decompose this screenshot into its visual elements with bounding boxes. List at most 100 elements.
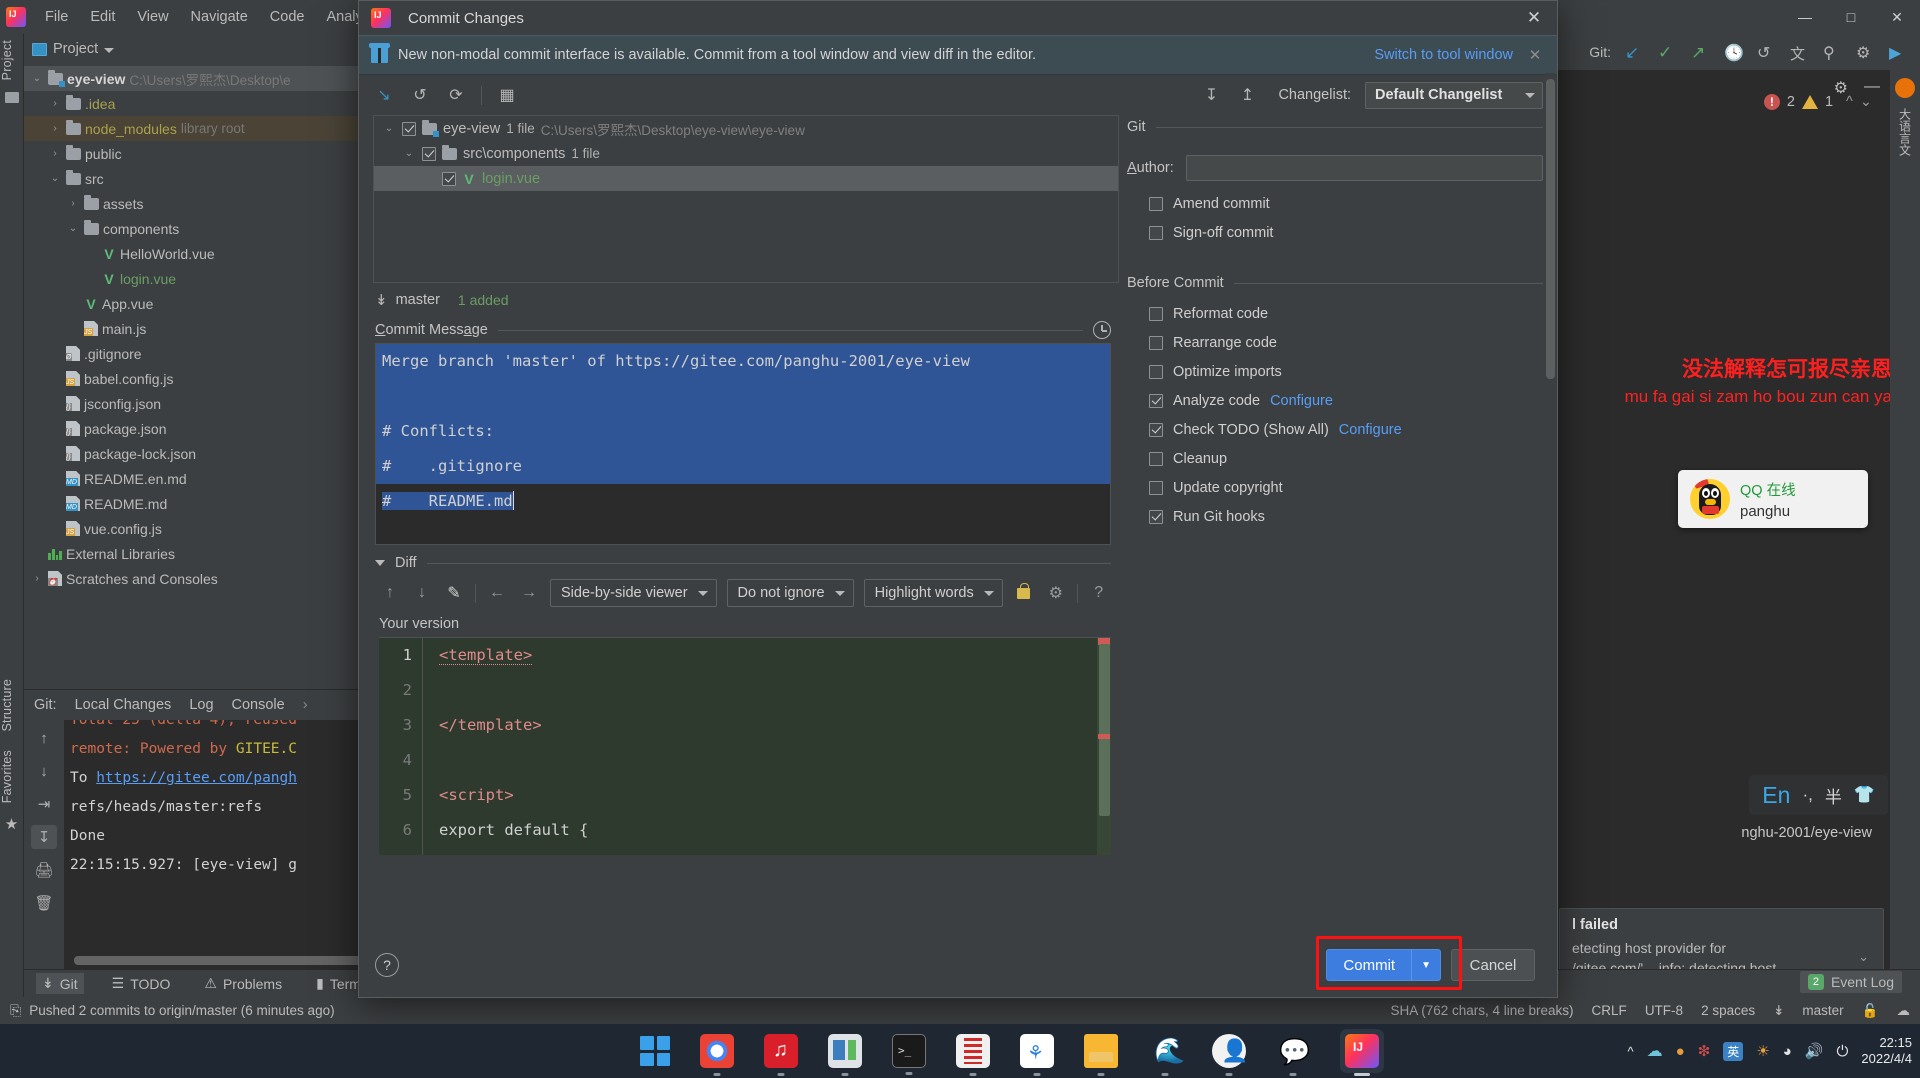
previous-difference-icon[interactable]: ↑ bbox=[379, 582, 401, 604]
tree-row[interactable]: {} jsconfig.json bbox=[24, 391, 371, 416]
scroll-to-end-icon[interactable]: ↧ bbox=[31, 825, 57, 849]
before-commit-option[interactable]: Analyze code Configure bbox=[1127, 386, 1543, 415]
author-input[interactable] bbox=[1185, 155, 1543, 181]
tree-row[interactable]: V App.vue bbox=[24, 291, 371, 316]
taskbar-intellij-active[interactable]: IJ bbox=[1340, 1029, 1384, 1076]
before-commit-option[interactable]: Update copyright bbox=[1127, 473, 1543, 502]
accept-right-icon[interactable]: → bbox=[518, 582, 540, 604]
maximize-button[interactable]: □ bbox=[1828, 0, 1874, 34]
before-commit-option[interactable]: Run Git hooks bbox=[1127, 502, 1543, 531]
clear-all-icon[interactable]: 🗑 bbox=[31, 891, 57, 915]
tray-sogou-icon[interactable]: ☀ bbox=[1756, 1042, 1769, 1060]
before-commit-option[interactable]: Rearrange code bbox=[1127, 328, 1543, 357]
console-horizontal-scrollbar[interactable] bbox=[74, 956, 368, 965]
chevron-down-icon[interactable]: ⌄ bbox=[402, 148, 416, 159]
bottom-tab-git[interactable]: ↡ Git bbox=[36, 973, 84, 994]
changelist-combobox[interactable]: Default Changelist bbox=[1365, 81, 1543, 109]
bottom-tab-todo[interactable]: ☰ TODO bbox=[106, 973, 177, 994]
history-icon[interactable]: 🕓 bbox=[1724, 43, 1744, 62]
chevron-right-icon[interactable]: › bbox=[66, 198, 80, 209]
chevron-down-icon[interactable]: ⌄ bbox=[382, 123, 396, 134]
tray-app-icon[interactable]: ● bbox=[1676, 1043, 1685, 1060]
expand-all-icon[interactable]: ↧ bbox=[1200, 84, 1222, 106]
next-occurrence-icon[interactable]: ↓ bbox=[31, 759, 57, 783]
taskbar-wechat-icon[interactable]: 💬 bbox=[1276, 1034, 1310, 1076]
chevron-down-icon[interactable]: ⌄ bbox=[30, 73, 44, 84]
translate-icon[interactable]: 文 bbox=[1790, 43, 1809, 63]
tree-row[interactable]: MD README.en.md bbox=[24, 466, 371, 491]
collapse-all-icon[interactable]: ↥ bbox=[1236, 84, 1258, 106]
close-button[interactable]: ✕ bbox=[1874, 0, 1920, 34]
lock-icon[interactable] bbox=[1017, 582, 1031, 599]
star-icon[interactable]: ★ bbox=[0, 815, 23, 833]
strip-folder-icon[interactable] bbox=[4, 92, 19, 104]
change-row[interactable]: ⌄ src\components 1 file bbox=[374, 141, 1118, 166]
edit-source-icon[interactable]: ✎ bbox=[443, 582, 465, 604]
taskbar-explorer-window-icon[interactable] bbox=[828, 1034, 862, 1076]
ignore-mode-dropdown[interactable]: Do not ignore bbox=[726, 579, 854, 607]
tray-expand-icon[interactable]: ^ bbox=[1628, 1044, 1634, 1059]
soft-wrap-icon[interactable]: ⇥ bbox=[31, 792, 57, 816]
chevron-down-icon[interactable]: ⌄ bbox=[66, 223, 80, 234]
tree-row[interactable]: › node_modules library root bbox=[24, 116, 371, 141]
prev-occurrence-icon[interactable]: ↑ bbox=[31, 726, 57, 750]
menu-navigate[interactable]: Navigate bbox=[180, 6, 259, 28]
git-option[interactable]: Sign-off commit bbox=[1127, 218, 1543, 247]
rollback-icon[interactable]: ↺ bbox=[1757, 43, 1776, 62]
chevron-right-icon[interactable]: › bbox=[48, 148, 62, 159]
diff-viewer[interactable]: 1 2 3 4 5 6 7 <template> </template> <script> e… bbox=[379, 637, 1111, 855]
qq-status-widget[interactable]: QQ 在线 panghu bbox=[1678, 470, 1868, 528]
change-checkbox[interactable] bbox=[442, 171, 456, 186]
menu-view[interactable]: View bbox=[126, 6, 179, 28]
strip-project-label[interactable]: Project bbox=[0, 34, 14, 86]
show-diff-icon[interactable]: ↘ bbox=[373, 84, 395, 106]
ime-tray-badge[interactable]: 英 bbox=[1723, 1041, 1744, 1061]
ime-punctuation-icon[interactable]: ·, bbox=[1802, 785, 1812, 805]
cancel-button[interactable]: Cancel bbox=[1451, 949, 1535, 981]
taskbar-app-red-icon[interactable] bbox=[956, 1034, 990, 1076]
changes-tree[interactable]: ⌄ eye-view 1 file C:\Users\罗熙杰\Desktop\eye-… bbox=[373, 115, 1119, 283]
tab-log[interactable]: Log bbox=[189, 697, 213, 713]
taskbar-baidu-netdisk-icon[interactable]: ⚘ bbox=[1020, 1034, 1054, 1076]
option-checkbox[interactable] bbox=[1149, 306, 1163, 321]
menu-edit[interactable]: Edit bbox=[79, 6, 126, 28]
status-encoding[interactable]: UTF-8 bbox=[1645, 1003, 1683, 1018]
collapse-triangle-icon[interactable] bbox=[375, 560, 385, 566]
diff-legend[interactable]: Diff bbox=[367, 545, 1119, 571]
dialog-scrollbar-thumb[interactable] bbox=[1546, 79, 1555, 379]
update-project-icon[interactable]: ↙ bbox=[1625, 43, 1644, 62]
taskbar-terminal-icon[interactable]: >_ bbox=[892, 1034, 926, 1075]
option-checkbox[interactable] bbox=[1149, 335, 1163, 350]
revert-icon[interactable]: ↺ bbox=[409, 84, 431, 106]
option-checkbox[interactable] bbox=[1149, 451, 1163, 466]
strip-database-label[interactable]: 大语言文 bbox=[1897, 108, 1914, 156]
commit-message-input[interactable]: Merge branch 'master' of https://gitee.c… bbox=[375, 343, 1111, 545]
chevron-right-icon[interactable]: › bbox=[48, 123, 62, 134]
gear-icon[interactable]: ⚙ bbox=[1856, 43, 1875, 62]
commit-button-dropdown-icon[interactable]: ▼ bbox=[1412, 960, 1440, 971]
tree-row[interactable]: ⌄ components bbox=[24, 216, 371, 241]
taskbar-chrome-icon[interactable] bbox=[700, 1034, 734, 1076]
print-icon[interactable]: 🖨 bbox=[31, 858, 57, 882]
change-row[interactable]: Vlogin.vue bbox=[374, 166, 1118, 191]
option-checkbox[interactable] bbox=[1149, 393, 1163, 408]
option-checkbox[interactable] bbox=[1149, 225, 1163, 240]
ime-skin-icon[interactable]: 👕 bbox=[1854, 785, 1875, 805]
help-button[interactable]: ? bbox=[375, 953, 399, 977]
tree-row[interactable]: {} package-lock.json bbox=[24, 441, 371, 466]
push-icon[interactable]: ↗ bbox=[1691, 43, 1710, 62]
minimize-button[interactable]: — bbox=[1782, 0, 1828, 34]
status-line-separator[interactable]: CRLF bbox=[1592, 1003, 1627, 1018]
search-icon[interactable]: ⚲ bbox=[1823, 43, 1842, 62]
switch-to-tool-window-link[interactable]: Switch to tool window bbox=[1374, 47, 1513, 63]
minimize-icon[interactable]: — bbox=[1864, 78, 1880, 98]
diff-code-content[interactable]: <template> </template> <script> export de… bbox=[423, 638, 1111, 855]
change-checkbox[interactable] bbox=[402, 121, 416, 136]
tree-row[interactable]: › public bbox=[24, 141, 371, 166]
gear-icon[interactable]: ⚙ bbox=[1834, 78, 1848, 98]
chevron-right-icon[interactable]: › bbox=[30, 573, 44, 584]
tree-row[interactable]: JS babel.config.js bbox=[24, 366, 371, 391]
bottom-tab-problems[interactable]: ⚠ Problems bbox=[198, 973, 288, 994]
tab-console[interactable]: Console bbox=[232, 697, 285, 713]
menu-file[interactable]: File bbox=[34, 6, 79, 28]
